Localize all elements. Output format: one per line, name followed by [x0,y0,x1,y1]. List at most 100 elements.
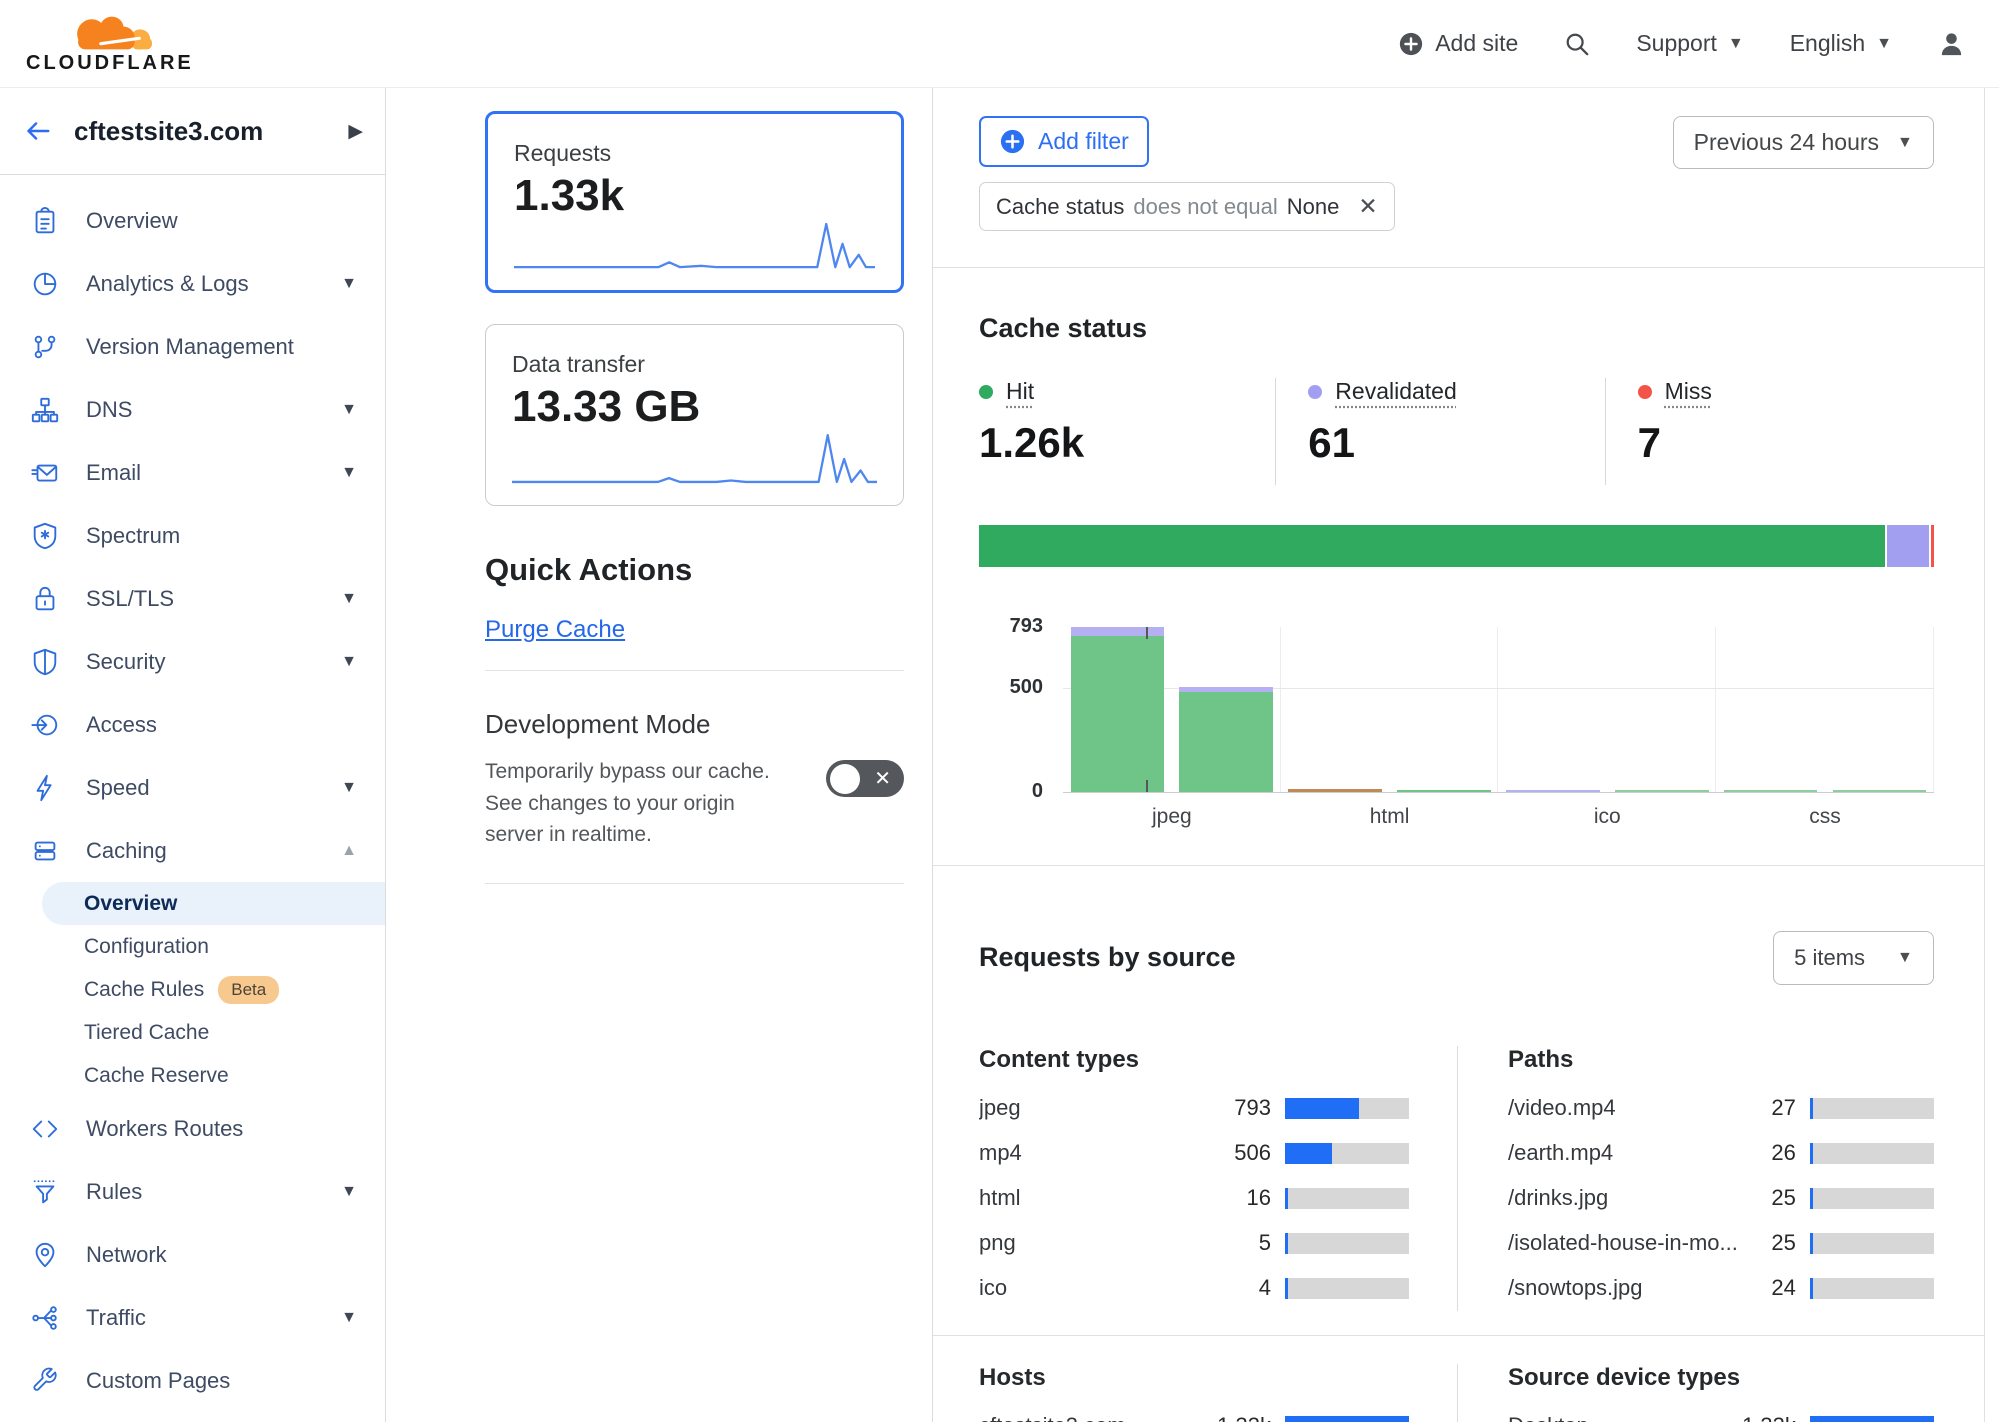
row-label: /drinks.jpg [1508,1185,1738,1211]
cloudflare-logo[interactable]: CLOUDFLARE [26,12,194,75]
sidebar-item-label: Overview [86,208,357,234]
data-transfer-metric-card[interactable]: Data transfer 13.33 GB [485,324,904,506]
sidebar-item-speed[interactable]: Speed▼ [0,756,385,819]
sidebar-item-network[interactable]: Network [0,1223,385,1286]
sidebar-item-access[interactable]: Access [0,693,385,756]
sidebar-subitem-cache-reserve[interactable]: Cache Reserve [84,1054,385,1097]
row-label: /snowtops.jpg [1508,1275,1738,1301]
sidebar-item-label: Rules [86,1179,341,1205]
x-axis-tick-label: jpeg [1063,805,1281,829]
sidebar-item-caching[interactable]: Caching▲ [0,819,385,882]
remove-filter-icon[interactable]: ✕ [1358,193,1377,220]
row-bar-track [1285,1188,1409,1209]
table-title: Paths [1508,1046,1934,1074]
table-title: Content types [979,1046,1409,1074]
lock-icon [30,584,60,614]
bar-jpeg [1071,627,1165,792]
requests-metric-card[interactable]: Requests 1.33k [485,111,904,293]
device-types-table: Source device typesDesktop1.33k [1457,1364,1934,1422]
x-axis-tick-label: css [1716,805,1934,829]
filter-bar: Add filter Previous 24 hours ▼ [979,116,1934,169]
chevron-down-icon: ▼ [341,590,357,608]
chevron-down-icon: ▼ [341,1309,357,1327]
support-menu[interactable]: Support ▼ [1636,30,1743,57]
sidebar-subitem-label: Cache Reserve [84,1064,229,1088]
sidebar-item-ssl-tls[interactable]: SSL/TLS▼ [0,567,385,630]
x-axis-tick-label: ico [1498,805,1716,829]
add-site-button[interactable]: Add site [1398,30,1518,57]
sidebar-subitem-label: Configuration [84,935,209,959]
table-row[interactable]: /earth.mp426 [1508,1131,1934,1176]
row-value: 27 [1738,1095,1796,1121]
row-bar-track [1810,1143,1934,1164]
logo-wordmark: CLOUDFLARE [26,52,194,75]
add-filter-button[interactable]: Add filter [979,116,1149,167]
sidebar-item-overview[interactable]: Overview [0,189,385,252]
search-button[interactable] [1564,31,1590,57]
sidebar-subitem-overview[interactable]: Overview [42,882,385,925]
sidebar-item-dns[interactable]: DNS▼ [0,378,385,441]
bar-unlabeled [1833,790,1927,792]
back-arrow-icon[interactable] [22,117,52,145]
row-bar-track [1285,1143,1409,1164]
active-filters: Cache status does not equal None ✕ [979,182,1934,231]
sidebar-item-security[interactable]: Security▼ [0,630,385,693]
sidebar-item-custom-pages[interactable]: Custom Pages [0,1349,385,1412]
table-row[interactable]: png5 [979,1221,1409,1266]
table-row[interactable]: /drinks.jpg25 [1508,1176,1934,1221]
sidebar-subitem-configuration[interactable]: Configuration [84,925,385,968]
sidebar-subitem-cache-rules[interactable]: Cache RulesBeta [84,968,385,1011]
row-value: 4 [1213,1275,1271,1301]
time-range-select[interactable]: Previous 24 hours ▼ [1673,116,1934,169]
cloudflare-cloud-icon [54,12,166,54]
row-bar-track [1285,1416,1409,1422]
development-mode-toggle[interactable]: ✕ [826,760,904,797]
sidebar-item-rules[interactable]: Rules▼ [0,1160,385,1223]
hit-legend-dot [979,385,993,399]
chevron-down-icon: ▼ [341,1183,357,1201]
table-row[interactable]: Desktop1.33k [1508,1404,1934,1422]
time-range-label: Previous 24 hours [1694,129,1879,156]
sidebar-item-email[interactable]: Email▼ [0,441,385,504]
table-row[interactable]: cftestsite3.com1.33k [979,1404,1409,1422]
sidebar-item-workers-routes[interactable]: Workers Routes [0,1097,385,1160]
row-label: Desktop [1508,1413,1738,1422]
row-value: 25 [1738,1185,1796,1211]
row-label: mp4 [979,1140,1213,1166]
sidebar-item-traffic[interactable]: Traffic▼ [0,1286,385,1349]
sidebar-item-analytics-logs[interactable]: Analytics & Logs▼ [0,252,385,315]
table-row[interactable]: /video.mp427 [1508,1086,1934,1131]
language-menu[interactable]: English ▼ [1790,30,1892,57]
row-value: 24 [1738,1275,1796,1301]
chevron-down-icon: ▼ [1897,949,1913,967]
cache-status-filter-chip[interactable]: Cache status does not equal None ✕ [979,182,1395,231]
chevron-right-icon[interactable]: ▶ [348,120,363,143]
cloudflare-dashboard: CLOUDFLARE Add site Support ▼ English [0,0,1999,1422]
items-count-select[interactable]: 5 items ▼ [1773,931,1934,985]
table-row[interactable]: jpeg793 [979,1086,1409,1131]
add-site-label: Add site [1435,30,1518,57]
account-menu[interactable] [1938,30,1965,57]
requests-card-label: Requests [514,140,875,167]
miss-label[interactable]: Miss [1665,378,1712,405]
revalidated-label[interactable]: Revalidated [1335,378,1456,405]
row-bar-track [1285,1098,1409,1119]
sidebar-item-spectrum[interactable]: Spectrum [0,504,385,567]
sidebar-subitem-tiered-cache[interactable]: Tiered Cache [84,1011,385,1054]
table-row[interactable]: ico4 [979,1266,1409,1311]
sidebar-item-label: Caching [86,838,341,864]
row-label: cftestsite3.com [979,1413,1213,1422]
sidebar-item-version-management[interactable]: Version Management [0,315,385,378]
code-icon [30,1114,60,1144]
table-row[interactable]: mp4506 [979,1131,1409,1176]
site-name: cftestsite3.com [74,116,348,147]
hit-label[interactable]: Hit [1006,378,1034,405]
plus-circle-icon [999,128,1026,155]
row-bar-track [1810,1233,1934,1254]
table-row[interactable]: html16 [979,1176,1409,1221]
sidebar-subitem-label: Overview [84,892,177,916]
purge-cache-link[interactable]: Purge Cache [485,616,625,644]
table-row[interactable]: /snowtops.jpg24 [1508,1266,1934,1311]
table-row[interactable]: /isolated-house-in-mo...25 [1508,1221,1934,1266]
y-axis-tick-label: 0 [979,780,1043,803]
